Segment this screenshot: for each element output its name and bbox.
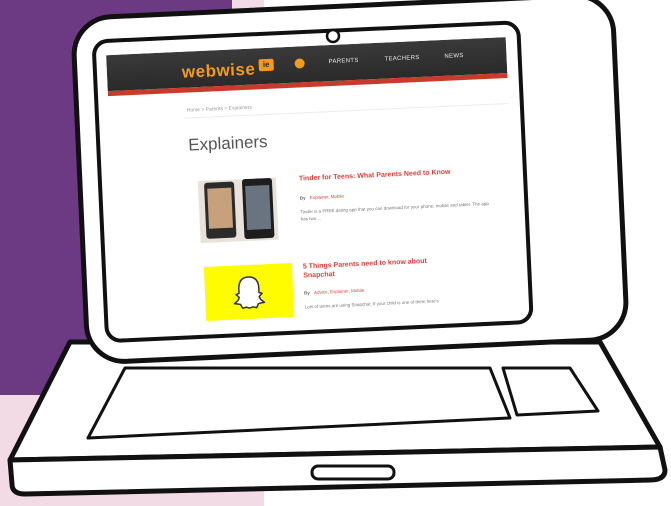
page-title: Explainers: [187, 131, 268, 155]
laptop-screen: webwise ie PARENTS TEACHERS NEWS Home > …: [106, 37, 518, 325]
phones-icon: [203, 181, 237, 239]
article-excerpt: Tinder is a FREE dating app that you can…: [300, 201, 489, 222]
article-title-snapchat-line2[interactable]: Snapchat: [303, 270, 335, 280]
article-excerpt: Lots of teens are using Snapchat. If you…: [304, 298, 439, 310]
article-title-snapchat-line1[interactable]: 5 Things Parents need to know about: [303, 257, 427, 272]
article-by-label: By: [299, 195, 306, 201]
breadcrumb[interactable]: Home > Parents > Explainers: [187, 105, 253, 114]
article-categories[interactable]: Advice, Explainer, Mobile: [314, 288, 364, 295]
site-logo-badge: ie: [258, 58, 274, 72]
article-thumbnail-snapchat[interactable]: [203, 263, 295, 325]
article-categories[interactable]: Explainer, Mobile: [310, 194, 344, 201]
nav-teachers[interactable]: TEACHERS: [384, 55, 419, 63]
nav-news[interactable]: NEWS: [444, 53, 463, 60]
snapchat-ghost-icon: [233, 276, 266, 310]
nav-parents[interactable]: PARENTS: [328, 58, 358, 65]
article-by-label: By: [303, 290, 310, 296]
webcam-icon: [325, 28, 341, 44]
article-title-tinder[interactable]: Tinder for Teens: What Parents Need to K…: [299, 168, 451, 184]
home-icon[interactable]: [294, 58, 305, 69]
site-logo[interactable]: webwise: [182, 59, 256, 82]
article-thumbnail-phones[interactable]: [197, 177, 279, 244]
